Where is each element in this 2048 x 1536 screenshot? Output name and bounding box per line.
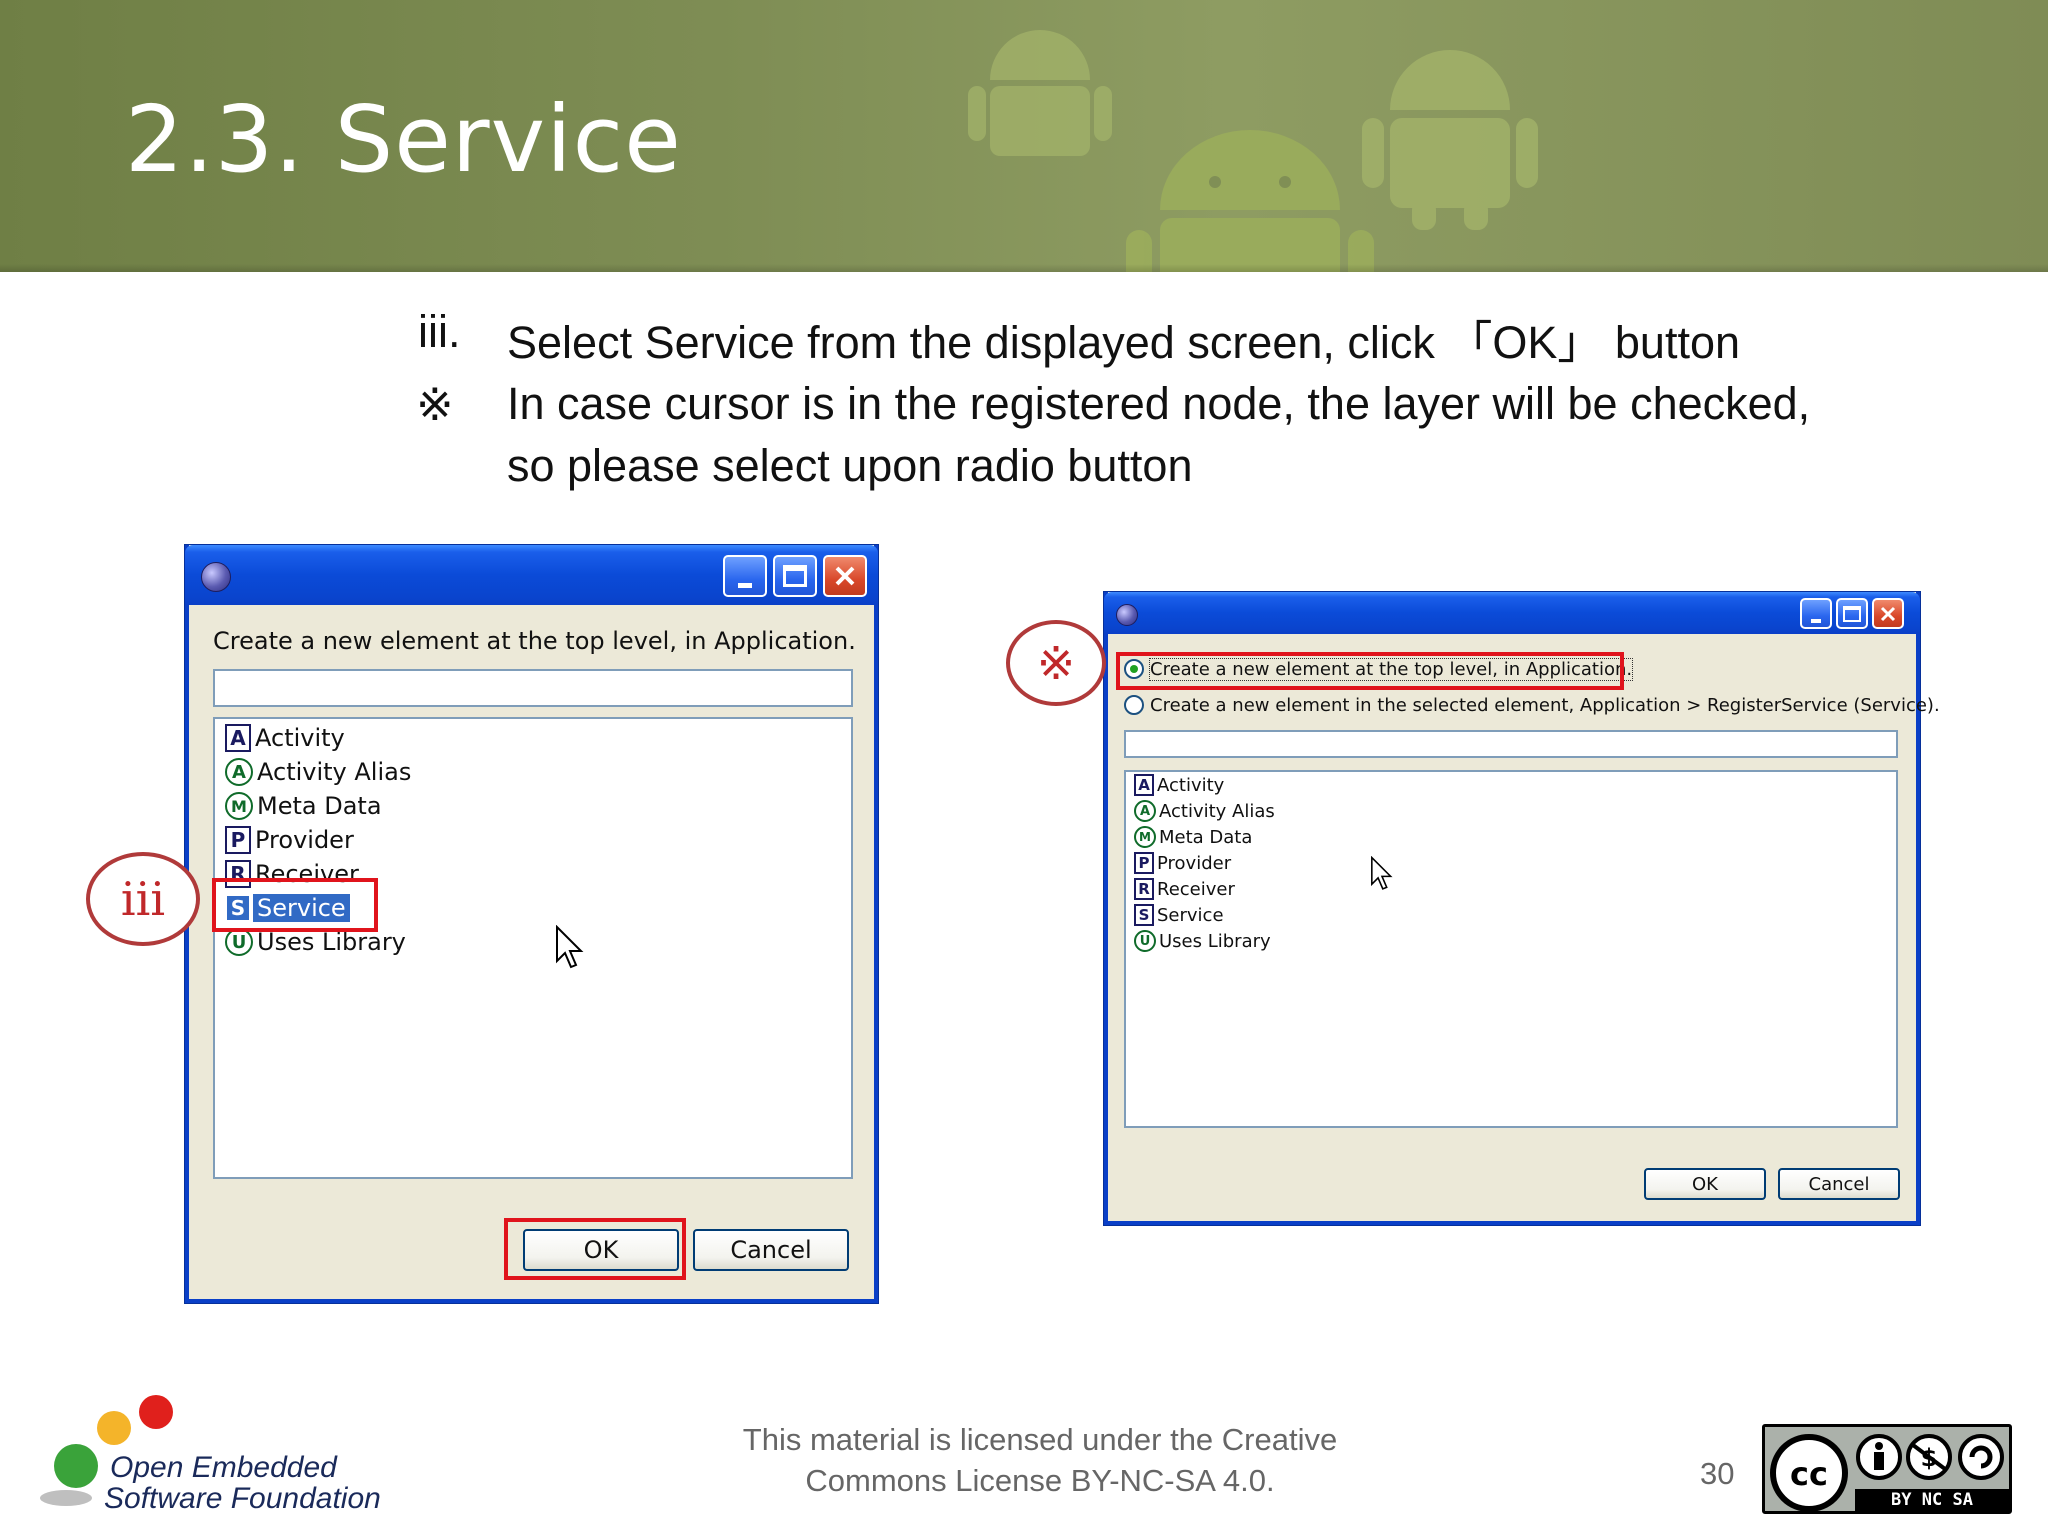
mouse-cursor-icon <box>556 925 584 969</box>
org-name-line-2: Software Foundation <box>104 1482 381 1515</box>
filter-input[interactable] <box>1124 730 1898 758</box>
instruction-text: Select Service from the displayed screen… <box>507 317 1741 368</box>
android-robot-icon <box>1126 130 1374 272</box>
list-item-meta-data[interactable]: M Meta Data <box>225 789 382 823</box>
minimize-icon[interactable] <box>1800 598 1832 629</box>
dialog-prompt: Create a new element at the top level, i… <box>213 627 856 655</box>
mouse-cursor-icon <box>1371 856 1393 890</box>
non-commercial-icon: $ <box>1906 1434 1952 1480</box>
meta-data-icon: M <box>1134 826 1156 848</box>
element-list[interactable]: A Activity A Activity Alias M Meta Data … <box>213 717 853 1179</box>
radio-selected-element[interactable]: Create a new element in the selected ele… <box>1124 692 1940 718</box>
cancel-button[interactable]: Cancel <box>1778 1168 1900 1200</box>
note-marker: ※ <box>416 379 454 430</box>
activity-icon: A <box>225 724 251 752</box>
element-list[interactable]: A Activity A Activity Alias M Meta Data … <box>1124 770 1898 1128</box>
list-item-activity-alias[interactable]: A Activity Alias <box>225 755 411 789</box>
attribution-icon <box>1856 1434 1902 1480</box>
callout-note: ※ <box>1006 620 1106 706</box>
license-line-1: This material is licensed under the Crea… <box>742 1422 1338 1457</box>
close-icon[interactable] <box>823 555 867 597</box>
app-icon <box>201 562 231 592</box>
license-line-2: Commons License BY-NC-SA 4.0. <box>805 1463 1275 1498</box>
dialog-title-bar[interactable] <box>185 545 878 605</box>
cancel-button[interactable]: Cancel <box>693 1229 849 1271</box>
filter-input[interactable] <box>213 669 853 707</box>
svg-text:cc: cc <box>1790 1455 1828 1493</box>
list-item-uses-library[interactable]: U Uses Library <box>1134 928 1271 954</box>
cc-badge-text: BY NC SA <box>1855 1489 2009 1511</box>
cc-license-badge: cc $ BY NC SA <box>1762 1424 2012 1514</box>
list-item-provider[interactable]: P Provider <box>225 823 354 857</box>
list-item-activity[interactable]: A Activity <box>1134 772 1224 798</box>
creative-commons-icon: cc <box>1770 1434 1848 1512</box>
highlight-ok-box <box>504 1218 686 1280</box>
list-item-activity-alias[interactable]: A Activity Alias <box>1134 798 1275 824</box>
radio-selected-element-indicator[interactable] <box>1124 695 1144 715</box>
android-robot-icon <box>968 30 1112 156</box>
callout-step-iii: iii <box>86 852 200 946</box>
android-robot-icon <box>1362 50 1538 230</box>
slide-title: 2.3. Service <box>125 86 682 193</box>
close-icon[interactable] <box>1872 598 1904 629</box>
highlight-radio-box <box>1116 652 1624 690</box>
maximize-icon[interactable] <box>773 555 817 597</box>
provider-icon: P <box>225 826 251 854</box>
uses-library-icon: U <box>1134 930 1156 952</box>
activity-alias-icon: A <box>1134 800 1156 822</box>
dialog-title-bar[interactable] <box>1104 592 1920 634</box>
maximize-icon[interactable] <box>1836 598 1868 629</box>
activity-icon: A <box>1134 774 1154 796</box>
note-line-2: so please select upon radio button <box>507 440 1193 491</box>
page-number: 30 <box>1700 1456 1735 1491</box>
list-item-meta-data[interactable]: M Meta Data <box>1134 824 1252 850</box>
list-item-provider[interactable]: P Provider <box>1134 850 1231 876</box>
service-icon: S <box>1134 904 1154 926</box>
provider-icon: P <box>1134 852 1154 874</box>
org-name-line-1: Open Embedded <box>110 1451 337 1484</box>
list-item-receiver[interactable]: R Receiver <box>1134 876 1235 902</box>
highlight-service-box <box>212 878 378 932</box>
list-item-activity[interactable]: A Activity <box>225 721 345 755</box>
header-banner: 2.3. Service <box>0 0 2048 272</box>
meta-data-icon: M <box>225 792 253 820</box>
share-alike-icon <box>1958 1434 2004 1480</box>
note-line-1: In case cursor is in the registered node… <box>507 378 1811 429</box>
list-item-service[interactable]: S Service <box>1134 902 1224 928</box>
instruction-marker: iii. <box>418 306 461 357</box>
activity-alias-icon: A <box>225 758 253 786</box>
uses-library-icon: U <box>225 928 253 956</box>
ok-button[interactable]: OK <box>1644 1168 1766 1200</box>
app-icon <box>1116 604 1138 626</box>
receiver-icon: R <box>1134 878 1154 900</box>
minimize-icon[interactable] <box>723 555 767 597</box>
